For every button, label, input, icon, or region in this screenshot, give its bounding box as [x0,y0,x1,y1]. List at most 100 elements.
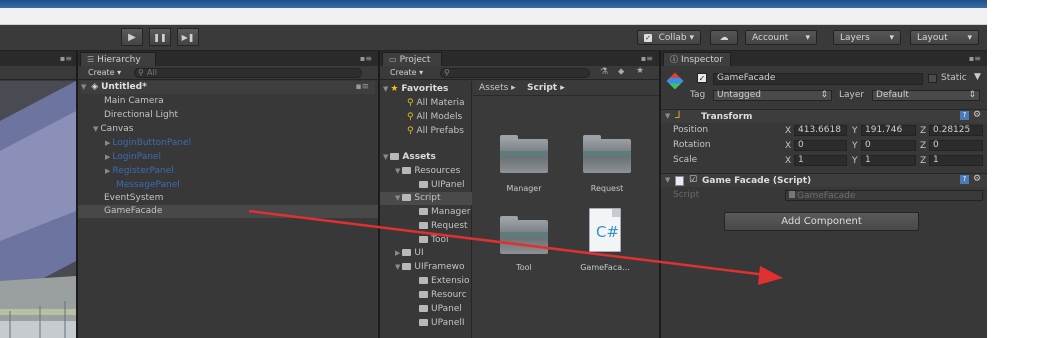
scale-y-field[interactable]: 1 [861,155,916,166]
tag-dropdown[interactable]: Untagged ⇕ [713,90,832,101]
expand-arrow-icon[interactable]: ▶ [105,167,110,175]
pause-button[interactable]: ❚❚ [149,28,171,46]
enabled-checkbox[interactable]: ☑ [689,175,697,185]
layers-dropdown[interactable]: Layers ▾ [833,30,901,45]
scale-z-field[interactable]: 1 [929,155,983,166]
chevron-down-icon[interactable]: ▼ [974,72,981,82]
tree-item[interactable]: UPanelI [419,317,465,330]
tree-item[interactable]: Resourc [419,289,467,302]
tree-item[interactable]: ⚲ All Materia [407,97,465,110]
filter-label-icon[interactable]: ⬥ [618,67,624,77]
tree-item[interactable]: ▼ UIFramewo [395,261,465,274]
hierarchy-item-disabled[interactable]: MessagePanel [116,179,180,192]
position-x-field[interactable]: 413.6618 [794,125,847,136]
tab-inspector[interactable]: ⓘ Inspector [663,52,731,66]
collab-button[interactable]: ✓ Collab ▾ [637,30,701,45]
grid-item-label: Manager [506,184,542,193]
breadcrumb-item[interactable]: Script ▸ [527,83,565,93]
tree-item[interactable]: UPanel [419,303,462,316]
hierarchy-item-disabled[interactable]: ▶ RegisterPanel [105,165,174,178]
layout-dropdown[interactable]: Layout ▾ [910,30,979,45]
expand-arrow-icon[interactable]: ▼ [665,112,670,120]
tree-item-selected[interactable]: ▼ Script [380,192,472,205]
tree-item[interactable]: Extensio [419,275,469,288]
tree-item[interactable]: ⚲ All Models [407,111,462,124]
static-checkbox[interactable] [928,74,937,83]
grid-folder-request[interactable] [583,133,631,173]
favorite-star-icon[interactable]: ★ [636,66,644,76]
help-icon[interactable]: ? [960,111,969,120]
project-search-input[interactable]: ⚲ [440,68,590,78]
scene-menu-icon[interactable]: ▪≡ [355,81,369,94]
position-y-field[interactable]: 191.746 [861,125,916,136]
expand-arrow-icon[interactable]: ▼ [395,194,400,202]
tree-item[interactable]: Request [419,220,468,233]
expand-arrow-icon[interactable]: ▼ [395,167,400,175]
scene-root[interactable]: ▼ ◈ Untitled* ▪≡ [81,81,375,94]
grid-folder-manager[interactable] [500,133,548,173]
tree-assets[interactable]: ▼ Assets [383,151,436,164]
expand-arrow-icon[interactable]: ▼ [395,263,400,271]
csharp-script-icon[interactable]: C# [589,208,621,252]
hierarchy-item-canvas[interactable]: ▼ Canvas [93,123,133,136]
tree-item[interactable]: ▼ Resources [395,165,460,178]
tree-item[interactable]: Manager [419,206,470,219]
panel-menu-icon[interactable]: ▪≡ [641,54,653,63]
item-label: Resources [414,166,461,176]
hierarchy-item-selected[interactable]: GameFacade [78,205,378,218]
play-button[interactable]: ▶ [121,28,143,46]
create-dropdown[interactable]: Create ▾ [390,68,423,77]
folder-icon [419,208,428,215]
panel-menu-icon[interactable]: ▪≡ [360,54,372,63]
breadcrumb-item[interactable]: Assets ▸ [479,83,516,93]
tree-item[interactable]: ▶ UI [395,247,424,260]
script-component-header[interactable]: ▼ ☑ Game Facade (Script) ? ⚙ [661,173,987,187]
hierarchy-item[interactable]: Directional Light [104,109,178,122]
hierarchy-item-disabled[interactable]: ▶ LoginPanel [105,151,161,164]
expand-arrow-icon[interactable]: ▼ [383,85,388,93]
expand-arrow-icon[interactable]: ▼ [383,153,388,161]
hierarchy-item-disabled[interactable]: ▶ LoginButtonPanel [105,137,191,150]
star-icon: ★ [390,84,399,94]
panel-menu-icon[interactable]: ▪≡ [60,54,72,63]
expand-arrow-icon[interactable]: ▼ [665,176,670,184]
expand-arrow-icon[interactable]: ▼ [93,125,98,133]
create-dropdown[interactable]: Create ▾ [88,68,121,77]
tree-favorites[interactable]: ▼ ★ Favorites [383,83,448,96]
grid-folder-tool[interactable] [500,214,548,254]
tree-item[interactable]: Tool [419,234,448,247]
object-name-field[interactable]: GameFacade [713,73,923,85]
hierarchy-item[interactable]: EventSystem [104,192,163,205]
expand-arrow-icon[interactable]: ▶ [105,139,110,147]
expand-arrow-icon[interactable]: ▶ [105,153,110,161]
gear-icon[interactable]: ⚙ [973,174,981,184]
expand-arrow-icon[interactable]: ▼ [81,83,86,91]
scene-viewport[interactable] [0,81,76,338]
rotation-x-field[interactable]: 0 [794,140,847,151]
hierarchy-item[interactable]: Main Camera [104,95,164,108]
cloud-button[interactable]: ☁ [710,30,738,45]
tree-item[interactable]: UIPanel [419,179,465,192]
filter-type-icon[interactable]: ⚗ [600,67,608,77]
gear-icon[interactable]: ⚙ [973,110,981,120]
step-button[interactable]: ▶❚ [177,28,199,46]
rotation-z-field[interactable]: 0 [929,140,983,151]
layer-dropdown[interactable]: Default ⇕ [872,90,980,101]
active-checkbox[interactable]: ✓ [697,73,707,83]
help-icon[interactable]: ? [960,175,969,184]
rotation-y-field[interactable]: 0 [861,140,916,151]
position-z-field[interactable]: 0.28125 [929,125,983,136]
background-area [987,0,1047,338]
scale-x-field[interactable]: 1 [794,155,847,166]
expand-arrow-icon[interactable]: ▶ [395,249,400,257]
scene-view[interactable]: ▪≡ [0,51,76,338]
transform-axes-icon: ⅃ [675,110,681,121]
account-dropdown[interactable]: Account ▾ [745,30,817,45]
hierarchy-search-input[interactable]: ⚲ All [134,68,362,78]
add-component-button[interactable]: Add Component [724,212,919,231]
panel-menu-icon[interactable]: ▪≡ [969,54,981,63]
transform-header[interactable]: ▼ ⅃ Transform ? ⚙ [661,109,987,123]
tree-item[interactable]: ⚲ All Prefabs [407,125,464,138]
tab-hierarchy[interactable]: ☰ Hierarchy [80,52,156,66]
tab-project[interactable]: ▭ Project [382,52,442,66]
